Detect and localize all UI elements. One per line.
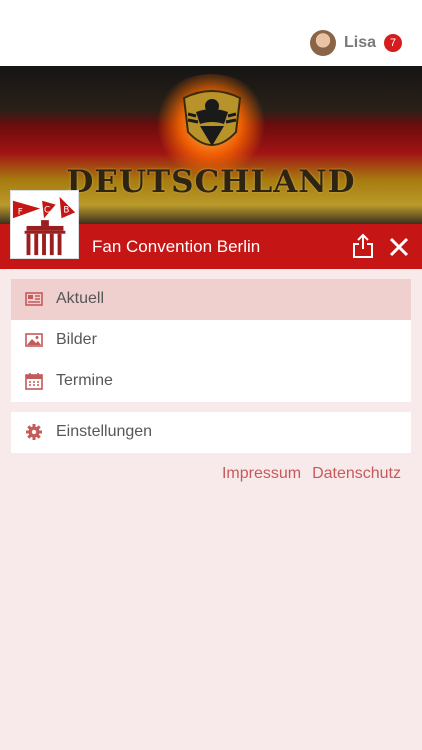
menu-item-aktuell[interactable]: Aktuell	[11, 279, 411, 320]
image-icon	[25, 333, 43, 347]
eagle-emblem-icon	[182, 90, 242, 146]
logo-letter-c: C	[44, 205, 50, 215]
notification-badge[interactable]: 7	[384, 34, 402, 52]
menu-item-termine[interactable]: Termine	[11, 361, 411, 402]
menu-item-label: Termine	[56, 372, 113, 389]
app-title: Fan Convention Berlin	[92, 237, 261, 256]
user-profile[interactable]: Lisa 7	[309, 30, 402, 56]
app-logo: F C B	[10, 190, 79, 259]
logo-letter-f: F	[18, 207, 23, 217]
logo-letter-b: B	[63, 205, 69, 215]
datenschutz-link[interactable]: Datenschutz	[312, 465, 401, 483]
fcb-logo-icon: F C B	[12, 196, 76, 256]
newspaper-icon	[25, 292, 43, 306]
user-name[interactable]: Lisa	[344, 34, 376, 52]
share-icon[interactable]	[350, 233, 376, 259]
calendar-icon	[25, 373, 43, 390]
menu-item-bilder[interactable]: Bilder	[11, 320, 411, 361]
avatar[interactable]	[309, 30, 336, 56]
menu-item-einstellungen[interactable]: Einstellungen	[11, 412, 411, 453]
impressum-link[interactable]: Impressum	[222, 465, 301, 483]
menu-item-label: Einstellungen	[56, 423, 153, 440]
main-menu: Aktuell Bilder Termine	[11, 279, 411, 402]
gear-icon	[26, 424, 42, 440]
menu-item-label: Bilder	[56, 331, 97, 348]
menu-item-label: Aktuell	[56, 290, 105, 307]
footer-links: Impressum Datenschutz	[211, 465, 401, 483]
top-bar: Lisa 7	[0, 0, 422, 66]
close-icon[interactable]	[387, 235, 411, 259]
